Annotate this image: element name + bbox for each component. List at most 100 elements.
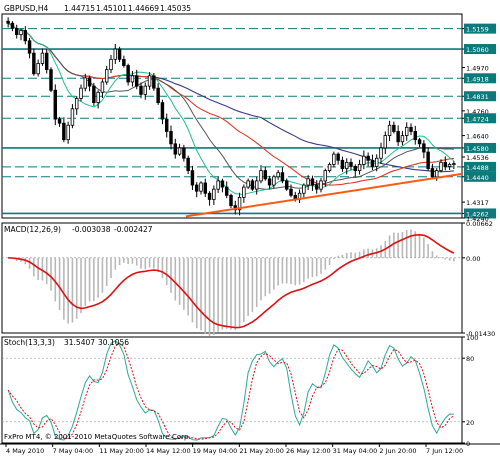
candle-body-17 (79, 87, 83, 99)
candle-body-9 (44, 52, 49, 71)
candle-body-29 (130, 75, 135, 83)
footer-copyright: FxPro MT4, © 2001-2010 MetaQuotes Softwa… (4, 433, 191, 441)
candle-body-4 (23, 30, 28, 42)
candle-body-31 (139, 85, 143, 95)
candle-body-50 (220, 180, 225, 188)
candle-body-60 (263, 170, 268, 180)
candle-body-24 (109, 58, 113, 71)
candle-body-39 (173, 143, 178, 155)
stoch-tick-label-3: 0 (466, 440, 470, 448)
candle-body-51 (224, 186, 229, 196)
pane-frame-2 (1, 222, 463, 334)
candle-body-16 (74, 98, 79, 110)
candle-body-57 (250, 180, 255, 190)
candle-body-81 (353, 166, 358, 172)
candle-body-28 (126, 65, 130, 83)
candle-body-43 (190, 170, 195, 186)
candle-body-65 (284, 180, 289, 190)
candle-body-11 (53, 89, 58, 120)
stoch-tick-label-2: 20 (466, 419, 474, 427)
ma-blue-line (7, 22, 454, 173)
candle-body-84 (366, 155, 370, 161)
candle-body-101 (439, 161, 443, 172)
candle-body-87 (379, 147, 383, 159)
candle-body-35 (156, 87, 160, 104)
price-tick-label-1: 1.5060 (466, 46, 489, 54)
candle-body-3 (19, 30, 23, 36)
candle-body-66 (289, 188, 293, 196)
candle-body-82 (357, 164, 362, 172)
price-tick-label-12: 1.4317 (466, 199, 489, 207)
candle-body-93 (404, 126, 409, 136)
candle-body-96 (417, 139, 422, 145)
candle-body-73 (319, 180, 323, 190)
candle-body-100 (434, 170, 439, 178)
candle-body-63 (276, 172, 280, 178)
price-tick-label-11: 1.4440 (466, 174, 489, 182)
candle-body-61 (267, 178, 272, 186)
candle-body-26 (117, 48, 122, 60)
candle-body-48 (212, 188, 216, 200)
candle-body-13 (62, 122, 66, 141)
candle-body-85 (370, 159, 375, 167)
candle-body-38 (169, 131, 173, 145)
candle-body-21 (96, 91, 100, 104)
time-tick-label-5: 21 May 20:00 (239, 447, 284, 455)
time-tick-label-4: 19 May 04:00 (193, 447, 238, 455)
candle-body-90 (392, 124, 396, 132)
price-tick-label-2: 1.4970 (466, 65, 489, 73)
price-tick-label-6: 1.4724 (466, 115, 489, 123)
macd-label-name: MACD(12,26,9) (4, 225, 61, 234)
price-tick-label-8: 1.4580 (466, 145, 489, 153)
candle-body-32 (143, 85, 148, 95)
candle-body-47 (207, 192, 212, 200)
stoch-label-value1: 31.5407 (64, 338, 95, 347)
price-tick-label-3: 1.4918 (466, 75, 489, 83)
candle-body-88 (383, 135, 388, 149)
candle-body-18 (83, 77, 88, 89)
candle-body-83 (362, 155, 366, 165)
time-tick-label-8: 2 Jun 20:00 (379, 447, 416, 455)
candle-body-103 (447, 164, 452, 167)
candle-body-36 (160, 102, 165, 120)
time-tick-label-0: 4 May 2010 (6, 447, 44, 455)
pane-frame-3 (1, 336, 463, 444)
candle-body-79 (344, 161, 349, 169)
candle-body-25 (113, 48, 118, 60)
chart-header-open: 1.44715 (64, 4, 95, 13)
candle-body-19 (87, 77, 92, 87)
chart-header-close: 1.45035 (160, 4, 191, 13)
candle-body-75 (327, 164, 332, 172)
candle-body-55 (242, 186, 246, 198)
candle-body-69 (302, 184, 306, 194)
macd-tick-label-0: 0.00662 (466, 220, 493, 228)
candle-body-74 (323, 170, 328, 182)
candle-body-99 (430, 168, 435, 178)
candle-body-10 (49, 69, 53, 91)
macd-label-value1: -0.003038 (72, 225, 111, 234)
candle-body-89 (387, 124, 392, 136)
stoch-signal-line (7, 342, 455, 440)
candle-body-0 (6, 20, 10, 24)
candle-body-98 (426, 151, 430, 169)
chart-header-low: 1.44669 (128, 4, 159, 13)
candle-body-49 (216, 180, 220, 190)
ma-red-line (7, 22, 454, 186)
time-tick-label-9: 7 Jun 12:00 (426, 447, 463, 455)
time-tick-label-1: 7 May 04:00 (53, 447, 93, 455)
candle-body-62 (272, 176, 276, 186)
candle-body-40 (177, 147, 182, 155)
candle-body-59 (259, 170, 263, 182)
candle-body-64 (280, 172, 285, 182)
stoch-tick-label-1: 80 (466, 355, 474, 363)
candle-body-7 (36, 63, 40, 75)
candle-body-80 (349, 161, 353, 167)
price-tick-label-7: 1.4640 (466, 133, 489, 141)
candle-body-2 (14, 28, 19, 36)
price-tick-label-10: 1.4488 (466, 164, 489, 172)
candle-body-77 (336, 153, 340, 161)
candle-body-95 (413, 131, 418, 141)
candle-body-34 (152, 75, 156, 89)
candle-body-72 (314, 184, 319, 190)
stoch-label-name: Stoch(13,3,3) (4, 338, 55, 347)
